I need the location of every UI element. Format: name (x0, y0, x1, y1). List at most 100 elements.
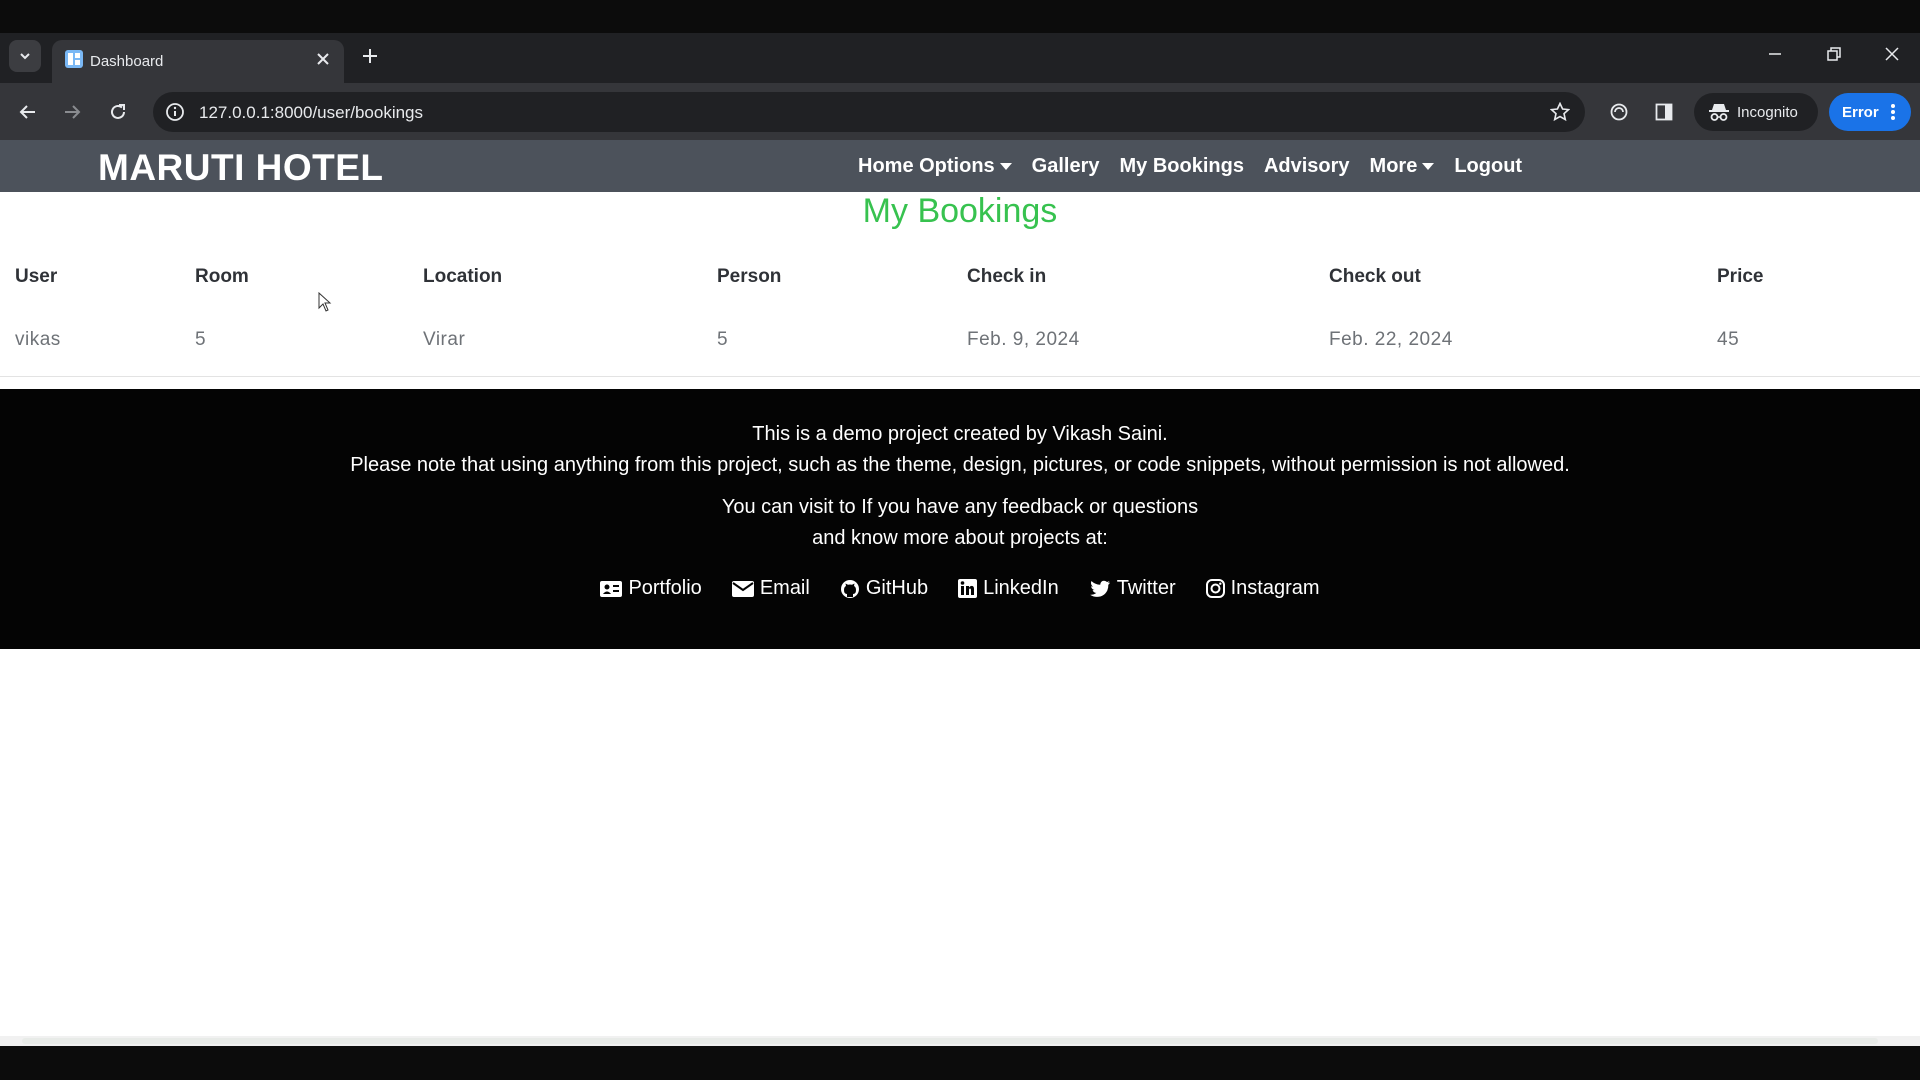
web-page: MARUTI HOTEL Home Options Gallery My Boo… (0, 140, 1920, 1046)
site-footer: This is a demo project created by Vikash… (0, 389, 1920, 649)
close-icon (317, 53, 329, 65)
letterbox-bottom (0, 1046, 1920, 1080)
favicon-icon (65, 50, 83, 68)
bookmark-button[interactable] (1547, 99, 1573, 125)
id-card-icon (600, 580, 623, 597)
linkedin-icon (958, 579, 978, 598)
letterbox-top (0, 0, 1920, 33)
site-info-button[interactable] (163, 100, 187, 124)
page-title: My Bookings (862, 192, 1058, 230)
nav-link-label: More (1369, 154, 1418, 177)
new-tab-button[interactable] (354, 40, 386, 72)
browser-tab-bar: Dashboard (0, 33, 1920, 83)
github-link[interactable]: GitHub (840, 577, 928, 600)
caret-down-icon (1422, 162, 1435, 170)
cell-user: vikas (0, 304, 195, 377)
github-link-label: GitHub (865, 577, 929, 599)
plus-icon (363, 49, 377, 63)
twitter-link[interactable]: Twitter (1089, 577, 1176, 600)
caret-down-icon (999, 162, 1012, 170)
tab-search-button[interactable] (9, 40, 41, 72)
instagram-link-label: Instagram (1230, 577, 1320, 599)
brand-logo[interactable]: MARUTI HOTEL (98, 147, 384, 189)
tab-title: Dashboard (90, 53, 164, 70)
column-header-person: Person (717, 266, 782, 287)
close-icon (1885, 47, 1899, 61)
footer-notice: Please note that using anything from thi… (350, 454, 1570, 476)
restore-button[interactable] (1814, 37, 1854, 71)
cell-check-in: Feb. 9, 2024 (967, 304, 1329, 377)
reload-button[interactable] (102, 96, 134, 128)
nav-links: Home Options Gallery My Bookings Advisor… (858, 140, 1542, 192)
nav-more[interactable]: More (1370, 155, 1435, 178)
twitter-link-label: Twitter (1116, 577, 1176, 599)
column-header-check-in: Check in (967, 266, 1047, 287)
minimize-icon (1769, 53, 1781, 55)
column-header-user: User (15, 266, 58, 287)
extension-icon (1610, 103, 1628, 121)
email-link-label: Email (759, 577, 810, 599)
footer-credit: This is a demo project created by Vikash… (752, 423, 1168, 445)
nav-home-options[interactable]: Home Options (858, 155, 1012, 178)
footer-more-info: and know more about projects at: (812, 527, 1108, 549)
cell-location: Virar (423, 304, 717, 377)
table-header-row: User Room Location Person Check in Check… (0, 250, 1920, 304)
github-icon (840, 579, 859, 598)
cell-price: 45 (1717, 304, 1920, 377)
portfolio-link-label: Portfolio (628, 577, 702, 599)
browser-toolbar: 127.0.0.1:8000/user/bookings Incognito E… (0, 83, 1920, 140)
linkedin-link[interactable]: LinkedIn (958, 577, 1059, 600)
star-icon (1550, 102, 1570, 122)
chevron-down-icon (20, 53, 30, 60)
profile-error-button[interactable]: Error (1829, 93, 1911, 131)
browser-tab-dashboard[interactable]: Dashboard (52, 40, 344, 83)
table-row: vikas 5 Virar 5 Feb. 9, 2024 Feb. 22, 20… (0, 304, 1920, 377)
side-panel-icon (1655, 103, 1673, 121)
footer-feedback: You can visit to If you have any feedbac… (721, 496, 1199, 518)
column-header-location: Location (423, 266, 503, 287)
bookings-table: User Room Location Person Check in Check… (0, 250, 1920, 377)
linkedin-link-label: LinkedIn (983, 577, 1059, 599)
column-header-check-out: Check out (1329, 266, 1421, 287)
nav-link-label: My Bookings (1119, 154, 1244, 177)
back-button[interactable] (12, 96, 44, 128)
twitter-icon (1089, 580, 1110, 597)
envelope-icon (731, 580, 754, 597)
incognito-indicator[interactable]: Incognito (1694, 93, 1818, 131)
kebab-menu-icon (1891, 104, 1895, 120)
nav-advisory[interactable]: Advisory (1264, 155, 1350, 178)
instagram-icon (1205, 579, 1225, 598)
forward-button[interactable] (56, 96, 88, 128)
email-link[interactable]: Email (731, 577, 810, 600)
reload-icon (111, 104, 125, 119)
horizontal-scrollbar[interactable] (0, 1036, 1920, 1046)
minimize-button[interactable] (1755, 37, 1795, 71)
nav-link-label: Advisory (1263, 154, 1350, 177)
column-header-price: Price (1717, 266, 1764, 287)
site-navbar: MARUTI HOTEL Home Options Gallery My Boo… (0, 140, 1920, 192)
restore-icon (1827, 47, 1841, 61)
close-window-button[interactable] (1872, 37, 1912, 71)
tab-close-button[interactable] (310, 46, 336, 72)
arrow-right-icon (65, 105, 81, 119)
footer-social-links: Portfolio Email GitHub LinkedIn Twitter … (0, 577, 1920, 600)
portfolio-link[interactable]: Portfolio (600, 577, 702, 600)
nav-logout[interactable]: Logout (1454, 155, 1522, 178)
info-icon (166, 103, 184, 121)
nav-my-bookings[interactable]: My Bookings (1120, 155, 1244, 178)
side-panel-button[interactable] (1648, 96, 1680, 128)
instagram-link[interactable]: Instagram (1205, 577, 1320, 600)
cell-check-out: Feb. 22, 2024 (1329, 304, 1717, 377)
nav-gallery[interactable]: Gallery (1032, 155, 1100, 178)
scrollbar-thumb[interactable] (22, 1038, 1878, 1044)
incognito-icon (1709, 104, 1729, 121)
address-bar[interactable]: 127.0.0.1:8000/user/bookings (153, 92, 1585, 132)
error-label: Error (1842, 104, 1879, 121)
nav-link-label: Gallery (1031, 154, 1100, 177)
extension-button[interactable] (1603, 96, 1635, 128)
cell-room: 5 (195, 304, 423, 377)
cell-person: 5 (717, 304, 967, 377)
incognito-label: Incognito (1737, 104, 1798, 121)
arrow-left-icon (19, 105, 35, 119)
more-menu-button[interactable] (1883, 100, 1903, 124)
